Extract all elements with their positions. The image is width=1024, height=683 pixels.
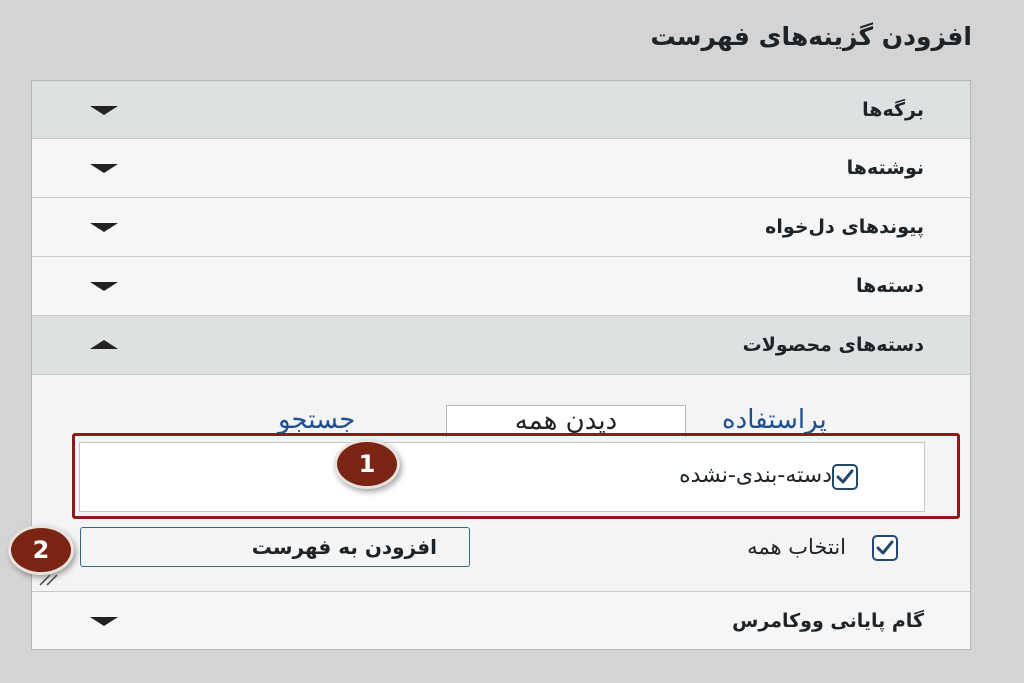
section-label: نوشته‌ها: [846, 157, 924, 179]
chevron-down-icon[interactable]: [90, 282, 118, 291]
section-categories[interactable]: دسته‌ها: [32, 257, 970, 316]
section-label: پیوندهای دل‌خواه: [765, 216, 924, 238]
tab-view-all[interactable]: دیدن همه: [446, 405, 686, 437]
category-checklist: دسته-بندی-نشده: [79, 442, 925, 512]
section-custom-links[interactable]: پیوندهای دل‌خواه: [32, 198, 970, 257]
section-woocommerce-endpoints[interactable]: گام پایانی ووکامرس: [32, 591, 970, 649]
tab-search[interactable]: جستجو: [278, 405, 355, 435]
category-checkbox[interactable]: [832, 464, 858, 490]
section-label: دسته‌ها: [855, 275, 924, 297]
add-to-menu-label: افزودن به فهرست: [251, 535, 437, 559]
section-pages[interactable]: برگه‌ها: [32, 81, 970, 139]
section-label: دسته‌های محصولات: [742, 334, 924, 356]
menu-items-panel: برگه‌ها نوشته‌ها پیوندهای دل‌خواه دسته‌ه…: [8, 80, 971, 650]
tab-most-used[interactable]: پراستفاده: [722, 405, 827, 435]
chevron-down-icon[interactable]: [90, 616, 118, 626]
resize-handle-icon[interactable]: [38, 573, 60, 587]
section-product-categories[interactable]: دسته‌های محصولات: [32, 316, 970, 375]
section-label: برگه‌ها: [862, 98, 924, 121]
category-label: دسته-بندی-نشده: [679, 463, 832, 488]
section-posts[interactable]: نوشته‌ها: [32, 139, 970, 198]
checkmark-icon: [876, 540, 894, 555]
step-badge-2: 2: [8, 525, 74, 575]
add-to-menu-button[interactable]: افزودن به فهرست: [80, 527, 470, 567]
select-all-checkbox[interactable]: [872, 535, 898, 561]
checkmark-icon: [836, 469, 854, 484]
chevron-down-icon[interactable]: [90, 164, 118, 173]
category-tabs: پراستفاده دیدن همه جستجو: [32, 379, 970, 437]
section-label: گام پایانی ووکامرس: [732, 609, 924, 632]
chevron-down-icon[interactable]: [90, 223, 118, 232]
page-title: افزودن گزینه‌های فهرست: [650, 22, 972, 51]
chevron-up-icon[interactable]: [90, 340, 118, 349]
chevron-down-icon[interactable]: [90, 105, 118, 115]
select-all-label: انتخاب همه: [747, 535, 846, 559]
step-badge-1: 1: [334, 439, 400, 489]
